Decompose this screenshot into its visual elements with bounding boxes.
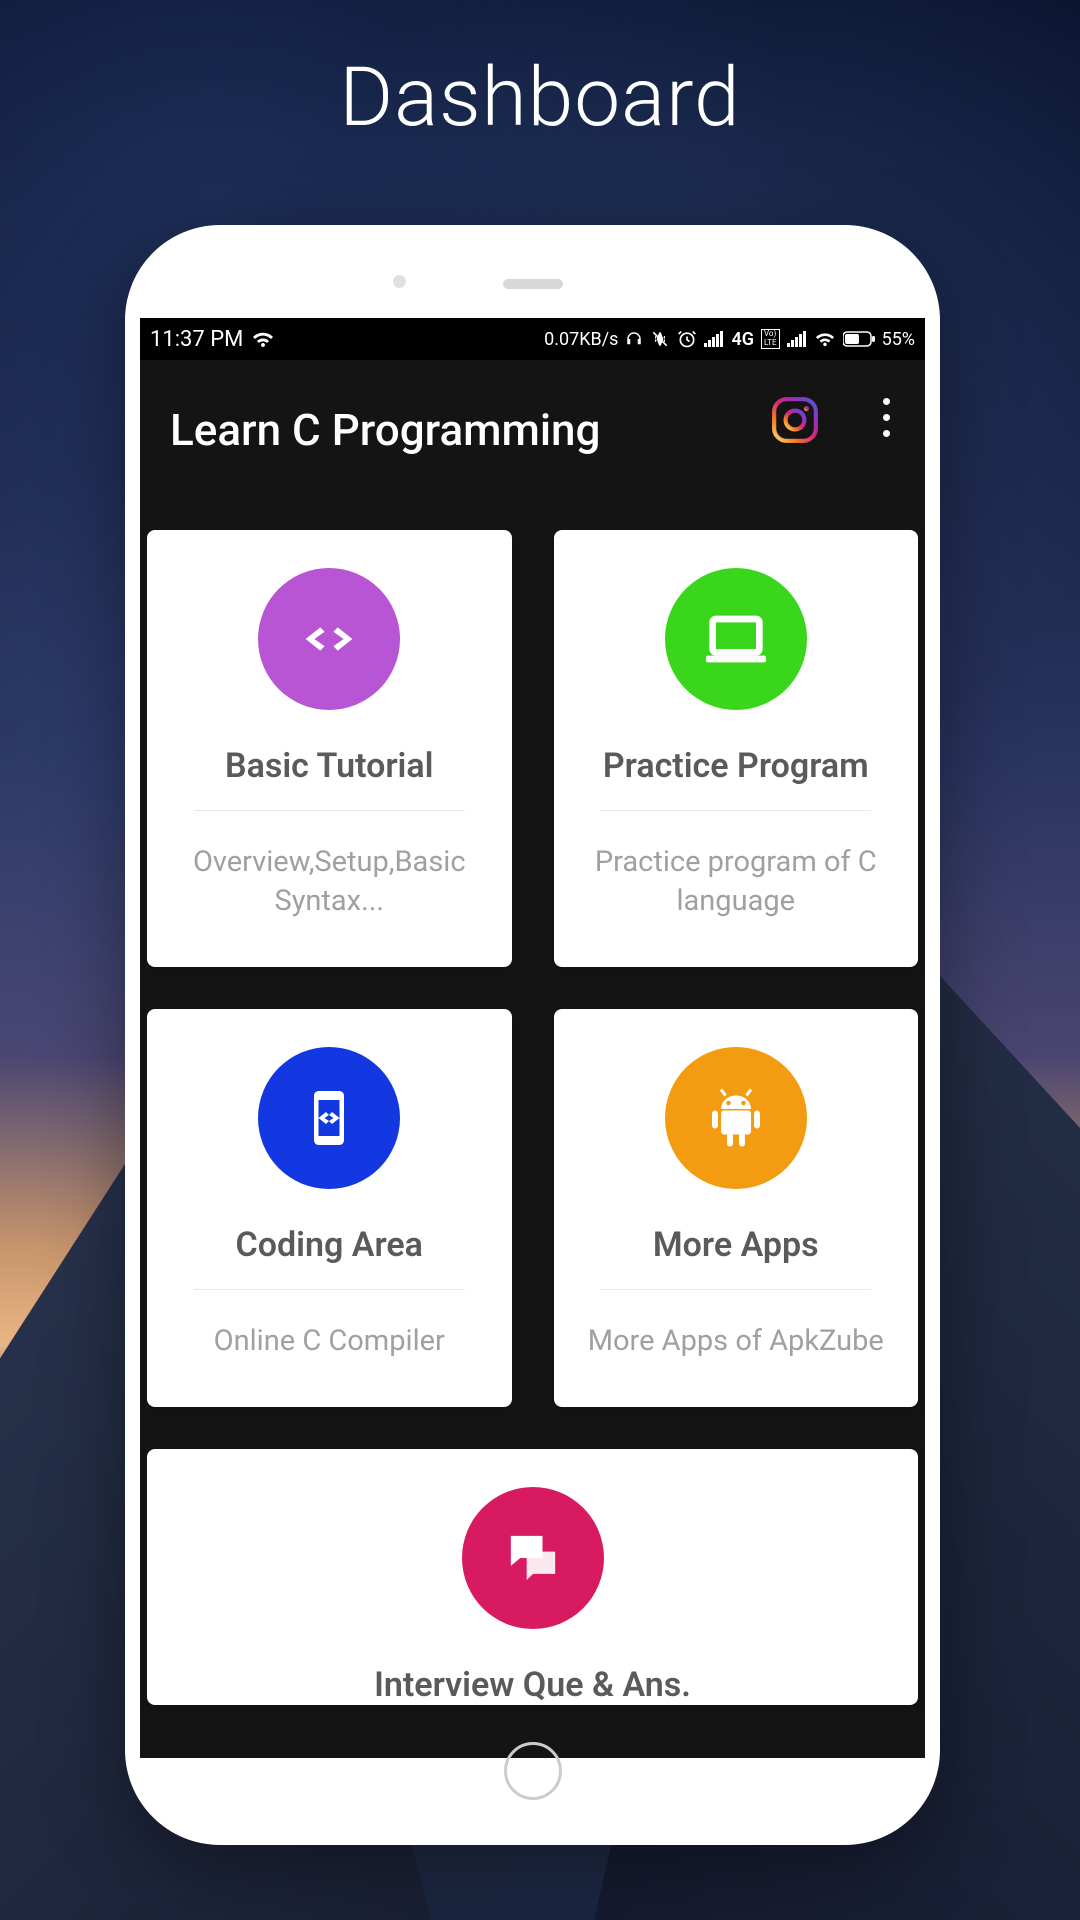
status-volte: Vo)LTE — [761, 329, 780, 349]
card-interview-qa[interactable]: Interview Que & Ans. — [147, 1449, 918, 1705]
app-header: Learn C Programming — [140, 360, 925, 500]
card-title: Practice Program — [603, 746, 869, 786]
card-title: Coding Area — [236, 1225, 423, 1265]
home-button[interactable] — [504, 1742, 562, 1800]
card-description: Online C Compiler — [214, 1322, 445, 1361]
card-coding-area[interactable]: Coding Area Online C Compiler — [147, 1009, 512, 1407]
status-battery: 55% — [882, 329, 915, 350]
card-practice-program[interactable]: Practice Program Practice program of C l… — [554, 530, 919, 967]
card-description: Overview,Setup,Basic Syntax... — [175, 843, 484, 921]
status-data-rate: 0.07KB/s — [544, 329, 618, 350]
card-description: More Apps of ApkZube — [588, 1322, 884, 1361]
card-title: More Apps — [653, 1225, 819, 1265]
chat-icon — [462, 1487, 604, 1629]
headphones-icon — [625, 330, 643, 348]
signal-icon-2 — [787, 331, 807, 347]
status-bar: 11:37 PM 0.07KB/s 4G Vo)LTE 55% — [140, 318, 925, 360]
vibrate-icon — [650, 329, 670, 349]
status-network: 4G — [731, 329, 754, 350]
code-icon — [258, 568, 400, 710]
alarm-icon — [677, 329, 697, 349]
card-basic-tutorial[interactable]: Basic Tutorial Overview,Setup,Basic Synt… — [147, 530, 512, 967]
battery-icon — [843, 331, 875, 347]
card-title: Interview Que & Ans. — [374, 1665, 691, 1705]
phone-screen: 11:37 PM 0.07KB/s 4G Vo)LTE 55% Learn C … — [140, 318, 925, 1758]
signal-icon — [704, 331, 724, 347]
laptop-icon — [665, 568, 807, 710]
instagram-icon[interactable] — [770, 395, 820, 445]
status-time: 11:37 PM — [150, 327, 243, 352]
menu-dots-icon[interactable] — [883, 398, 890, 437]
page-title: Dashboard — [0, 50, 1080, 146]
card-more-apps[interactable]: More Apps More Apps of ApkZube — [554, 1009, 919, 1407]
card-title: Basic Tutorial — [225, 746, 433, 786]
android-icon — [665, 1047, 807, 1189]
wifi-icon — [251, 329, 275, 349]
device-code-icon — [258, 1047, 400, 1189]
phone-mockup: 11:37 PM 0.07KB/s 4G Vo)LTE 55% Learn C … — [125, 225, 940, 1845]
card-description: Practice program of C language — [582, 843, 891, 921]
wifi-icon-2 — [814, 330, 836, 348]
header-title: Learn C Programming — [170, 404, 600, 456]
